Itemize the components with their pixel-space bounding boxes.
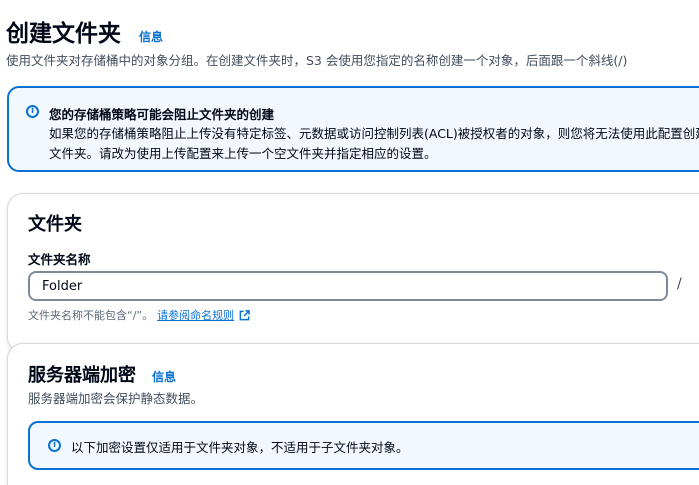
alert-body: 如果您的存储桶策略阻止上传没有特定标签、元数据或访问控制列表(ACL)被授权者的… bbox=[49, 126, 699, 161]
folder-section-title: 文件夹 bbox=[28, 214, 82, 235]
folder-name-constraint: 文件夹名称不能包含“/”。 请参阅命名规则 bbox=[28, 307, 250, 323]
alert-title: 您的存储桶策略可能会阻止文件夹的创建 bbox=[49, 107, 275, 122]
encryption-description: 服务器端加密会保护静态数据。 bbox=[28, 391, 204, 406]
folder-name-suffix: / bbox=[677, 276, 682, 292]
folder-card: 文件夹 文件夹名称 / 文件夹名称不能包含“/”。 请参阅命名规则 bbox=[7, 193, 699, 353]
folder-name-label: 文件夹名称 bbox=[28, 252, 91, 267]
folder-name-input[interactable] bbox=[28, 271, 668, 301]
info-icon: i bbox=[26, 105, 39, 118]
info-icon: i bbox=[48, 439, 61, 452]
encryption-section-title: 服务器端加密 bbox=[28, 365, 136, 386]
constraint-text: 文件夹名称不能包含“/”。 bbox=[28, 309, 154, 322]
server-side-encryption-card: 服务器端加密 信息 服务器端加密会保护静态数据。 i 以下加密设置仅适用于文件夹… bbox=[7, 343, 699, 485]
page-description: 使用文件夹对存储桶中的对象分组。在创建文件夹时，S3 会使用您指定的名称创建一个… bbox=[6, 53, 628, 68]
encryption-header: 服务器端加密 信息 bbox=[28, 361, 176, 387]
page-title: 创建文件夹 bbox=[6, 21, 121, 47]
encryption-notice-text: 以下加密设置仅适用于文件夹对象，不适用于子文件夹对象。 bbox=[71, 440, 409, 455]
naming-rules-link[interactable]: 请参阅命名规则 bbox=[157, 307, 234, 323]
create-folder-page: 创建文件夹 信息 使用文件夹对存储桶中的对象分组。在创建文件夹时，S3 会使用您… bbox=[0, 0, 699, 485]
external-link-icon[interactable] bbox=[239, 309, 250, 321]
bucket-policy-alert: i 您的存储桶策略可能会阻止文件夹的创建 如果您的存储桶策略阻止上传没有特定标签… bbox=[7, 86, 699, 172]
page-header: 创建文件夹 信息 bbox=[6, 14, 163, 48]
encryption-info-link[interactable]: 信息 bbox=[152, 368, 176, 385]
encryption-notice: i 以下加密设置仅适用于文件夹对象，不适用于子文件夹对象。 bbox=[28, 421, 699, 470]
header-info-link[interactable]: 信息 bbox=[139, 28, 163, 45]
